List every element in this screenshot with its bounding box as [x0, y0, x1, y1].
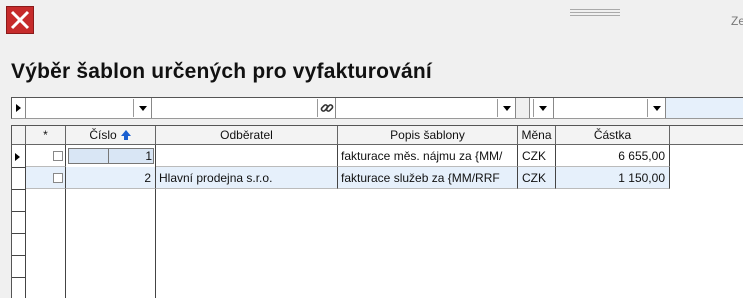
row-checkbox[interactable]	[53, 172, 63, 183]
editor-divider	[108, 149, 109, 163]
cell-odberatel[interactable]	[156, 145, 338, 167]
filter-extra	[666, 98, 743, 118]
header-star[interactable]: *	[26, 126, 66, 145]
row-divider	[12, 233, 26, 234]
header-mena[interactable]: Měna	[518, 126, 556, 145]
corner-text: Ze	[731, 14, 743, 28]
cell-castka[interactable]: 1 150,00	[556, 167, 670, 189]
cell-castka[interactable]: 6 655,00	[556, 145, 670, 167]
header-indicator	[12, 126, 26, 145]
cell-cislo-value: 1	[145, 149, 152, 163]
header-castka[interactable]: Částka	[556, 126, 670, 145]
row-pointer-icon	[15, 153, 20, 161]
cell-cislo[interactable]: 2	[66, 167, 156, 189]
cell-mena[interactable]: CZK	[518, 167, 556, 189]
chevron-down-icon	[652, 105, 661, 111]
page-title: Výběr šablon určených pro vyfakturování	[11, 60, 432, 83]
row-divider	[12, 211, 26, 212]
row-divider	[12, 255, 26, 256]
filter-castka-dropdown[interactable]	[647, 99, 665, 117]
templates-table: * Číslo Odběratel Popis šablony Měna Čás…	[11, 125, 743, 298]
close-icon	[10, 10, 30, 30]
chevron-down-icon	[502, 105, 511, 111]
chevron-down-icon	[138, 105, 147, 111]
header-cislo-label: Číslo	[89, 128, 117, 142]
filter-popis[interactable]	[336, 98, 516, 118]
close-button[interactable]	[6, 6, 34, 34]
filter-bar	[11, 97, 743, 119]
filter-mena[interactable]	[530, 98, 554, 118]
filter-row-indicator	[12, 98, 26, 118]
window-grip	[570, 9, 620, 19]
cell-popis[interactable]: fakturace měs. nájmu za {MM/	[338, 145, 518, 167]
cell-odberatel[interactable]: Hlavní prodejna s.r.o.	[156, 167, 338, 189]
row-checkbox-cell	[26, 167, 66, 189]
chevron-down-icon	[538, 105, 547, 111]
row-divider	[12, 167, 26, 168]
row-divider	[12, 189, 26, 190]
row-divider	[12, 277, 26, 278]
row-checkbox[interactable]	[53, 150, 63, 161]
filter-cislo-dropdown[interactable]	[133, 99, 151, 117]
filter-cislo[interactable]	[26, 98, 152, 118]
filter-spacer	[516, 98, 530, 118]
filter-popis-dropdown[interactable]	[497, 99, 515, 117]
header-filler	[670, 126, 743, 145]
row-checkbox-cell	[26, 145, 66, 167]
filter-odberatel[interactable]	[152, 98, 336, 118]
filter-castka[interactable]	[554, 98, 666, 118]
paperclip-icon	[320, 104, 333, 112]
filter-mena-dropdown[interactable]	[533, 99, 551, 117]
cell-mena[interactable]: CZK	[518, 145, 556, 167]
sort-up-arrow-icon	[120, 130, 131, 140]
cell-popis[interactable]: fakturace služeb za {MM/RRF	[338, 167, 518, 189]
current-row-pointer	[15, 153, 20, 161]
header-cislo[interactable]: Číslo	[66, 126, 156, 145]
header-odberatel[interactable]: Odběratel	[156, 126, 338, 145]
header-popis[interactable]: Popis šablony	[338, 126, 518, 145]
cell-cislo[interactable]: 1	[66, 145, 156, 167]
row-pointer-icon	[16, 104, 21, 112]
cell-editor	[68, 148, 154, 164]
filter-link-button[interactable]	[317, 99, 335, 117]
